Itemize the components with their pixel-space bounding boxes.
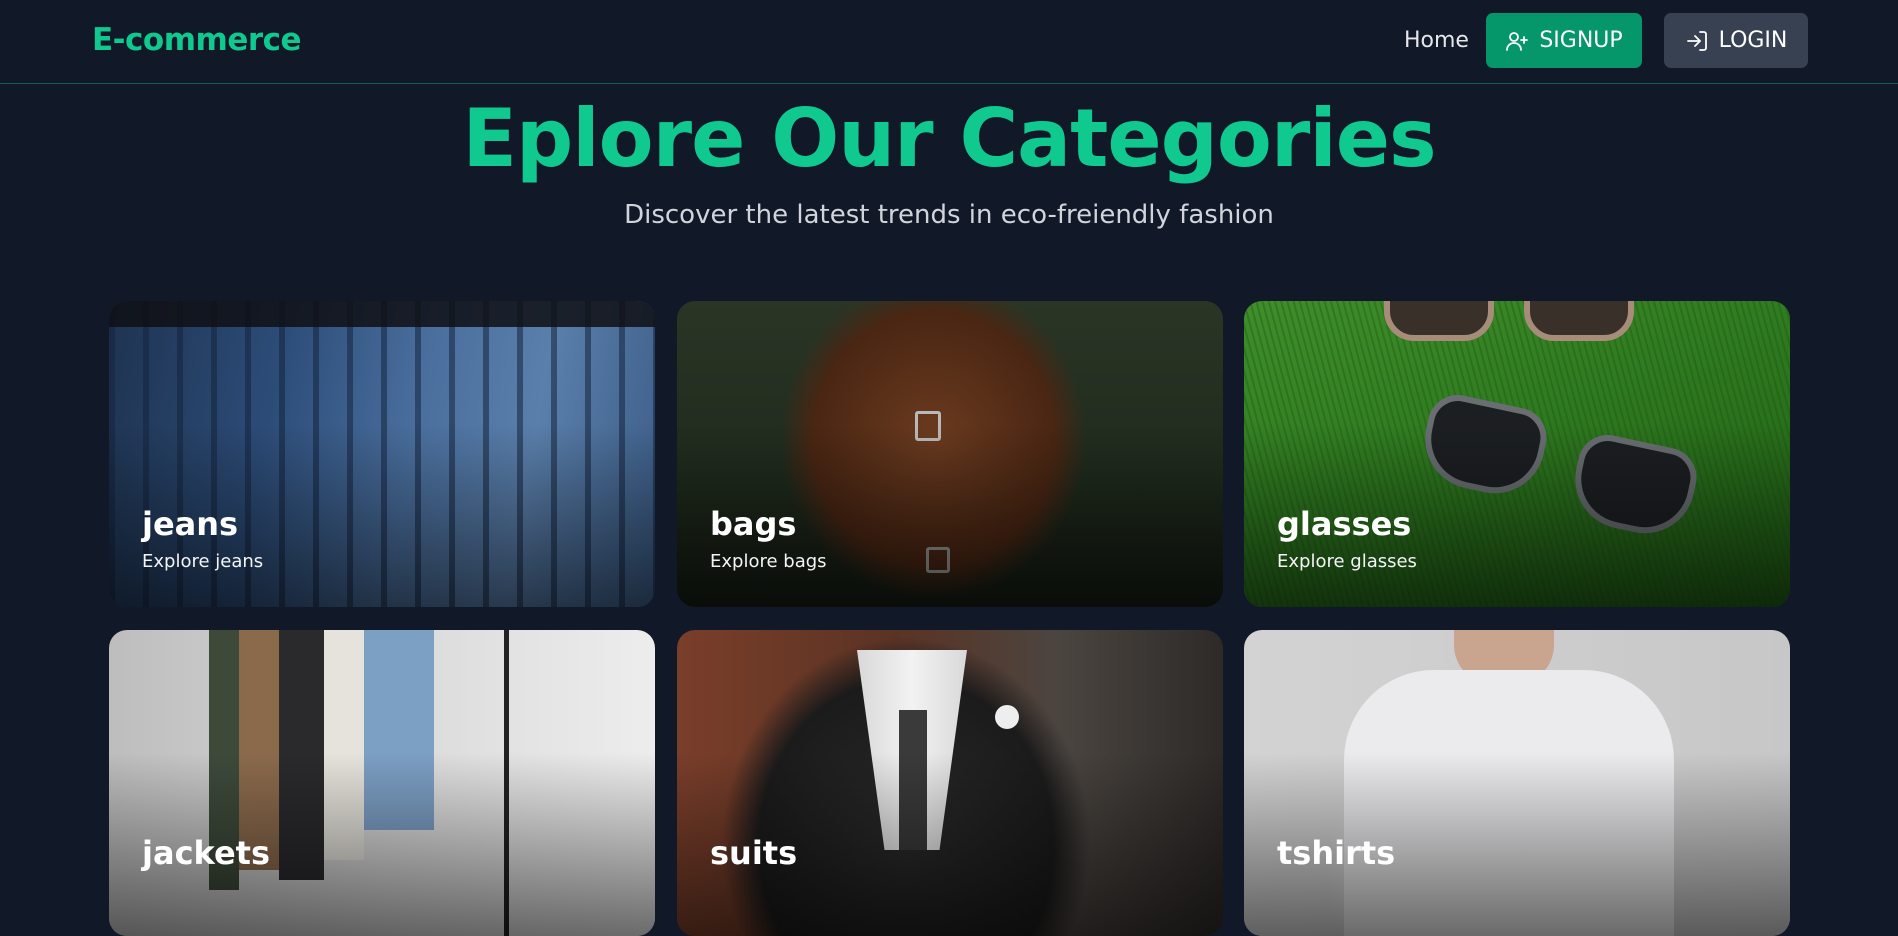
page-title: Eplore Our Categories xyxy=(462,92,1436,185)
category-card-jeans[interactable]: jeans Explore jeans xyxy=(109,301,655,607)
signup-button[interactable]: SIGNUP xyxy=(1486,13,1642,68)
navbar: E-commerce Home SIGNUP LOGIN xyxy=(0,0,1898,84)
page-subtitle: Discover the latest trends in eco-freien… xyxy=(624,200,1274,230)
login-label: LOGIN xyxy=(1718,28,1788,53)
login-button[interactable]: LOGIN xyxy=(1664,13,1808,68)
category-title: jackets xyxy=(142,834,270,872)
category-subtitle: Explore bags xyxy=(710,551,827,572)
category-title: jeans xyxy=(142,505,239,543)
category-card-suits[interactable]: suits xyxy=(677,630,1223,936)
user-plus-icon xyxy=(1505,29,1529,53)
log-in-icon xyxy=(1685,29,1709,53)
category-card-glasses[interactable]: glasses Explore glasses xyxy=(1244,301,1790,607)
category-title: bags xyxy=(710,505,797,543)
category-title: tshirts xyxy=(1277,834,1396,872)
category-subtitle: Explore glasses xyxy=(1277,551,1417,572)
category-title: glasses xyxy=(1277,505,1412,543)
category-title: suits xyxy=(710,834,798,872)
category-subtitle: Explore jeans xyxy=(142,551,264,572)
nav-home-link[interactable]: Home xyxy=(1404,28,1469,53)
brand-logo[interactable]: E-commerce xyxy=(92,22,302,58)
category-card-bags[interactable]: bags Explore bags xyxy=(677,301,1223,607)
category-card-tshirts[interactable]: tshirts xyxy=(1244,630,1790,936)
signup-label: SIGNUP xyxy=(1539,28,1623,53)
category-card-jackets[interactable]: jackets xyxy=(109,630,655,936)
